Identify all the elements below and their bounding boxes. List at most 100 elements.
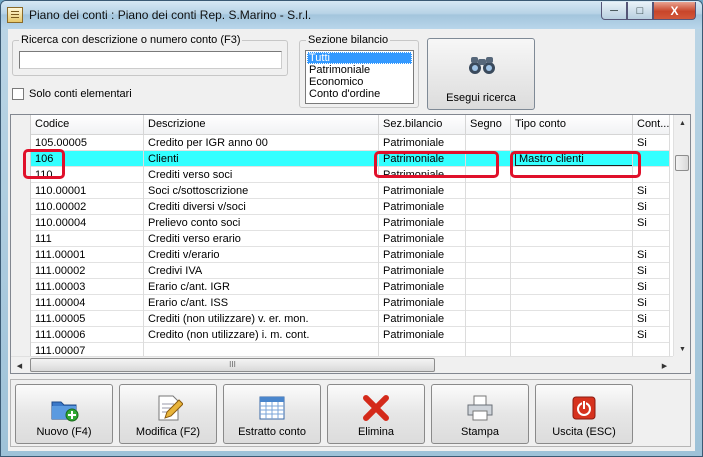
row-header[interactable] (11, 327, 31, 343)
row-header[interactable] (11, 279, 31, 295)
cell-tipo-conto[interactable] (511, 327, 633, 343)
maximize-button[interactable]: □ (627, 2, 653, 20)
cell-descrizione[interactable]: Clienti (144, 151, 379, 167)
column-header-descrizione[interactable]: Descrizione (144, 115, 379, 135)
table-row[interactable]: 110.00004 Prelievo conto soci Patrimoniale… (11, 215, 670, 231)
row-header[interactable] (11, 231, 31, 247)
cell-tipo-conto[interactable] (511, 311, 633, 327)
estratto-conto-button[interactable]: Estratto conto (223, 384, 321, 444)
cell-segno[interactable] (466, 183, 511, 199)
table-row[interactable]: 110.00002 Crediti diversi v/soci Patrimoni… (11, 199, 670, 215)
cell-sez-bilancio[interactable]: Patrimoniale (379, 199, 466, 215)
cell-segno[interactable] (466, 311, 511, 327)
row-header[interactable] (11, 183, 31, 199)
elimina-button[interactable]: Elimina (327, 384, 425, 444)
cell-descrizione[interactable]: Crediti verso soci (144, 167, 379, 183)
cell-sez-bilancio[interactable]: Patrimoniale (379, 247, 466, 263)
cell-descrizione[interactable]: Crediti verso erario (144, 231, 379, 247)
row-header[interactable] (11, 311, 31, 327)
cell-sez-bilancio[interactable]: Patrimoniale (379, 215, 466, 231)
cell-tipo-conto[interactable] (511, 135, 633, 151)
only-elementary-checkbox[interactable] (12, 88, 24, 100)
sezione-option-conto-ordine[interactable]: Conto d'ordine (307, 88, 412, 100)
cell-codice[interactable]: 111.00003 (31, 279, 144, 295)
cell-tipo-conto[interactable] (511, 183, 633, 199)
cell-segno[interactable] (466, 247, 511, 263)
table-row[interactable]: 110.00001 Soci c/sottoscrizione Patrimonia… (11, 183, 670, 199)
title-bar[interactable]: Piano dei conti : Piano dei conti Rep. S… (1, 1, 702, 29)
cell-descrizione[interactable]: Soci c/sottoscrizione (144, 183, 379, 199)
cell-cont[interactable]: Si (633, 311, 670, 327)
cell-tipo-conto[interactable] (511, 295, 633, 311)
sezione-option-tutti[interactable]: Tutti (307, 52, 412, 64)
cell-cont[interactable]: Si (633, 199, 670, 215)
nuovo-button[interactable]: Nuovo (F4) (15, 384, 113, 444)
stampa-button[interactable]: Stampa (431, 384, 529, 444)
cell-codice[interactable]: 110.00004 (31, 215, 144, 231)
cell-sez-bilancio[interactable]: Patrimoniale (379, 183, 466, 199)
table-row[interactable]: 111.00002 Credivi IVA Patrimoniale Si (11, 263, 670, 279)
sezione-listbox[interactable]: Tutti Patrimoniale Economico Conto d'ord… (305, 50, 414, 104)
cell-descrizione[interactable]: Credivi IVA (144, 263, 379, 279)
cell-segno[interactable] (466, 263, 511, 279)
cell-codice[interactable]: 110.00002 (31, 199, 144, 215)
esegui-ricerca-button[interactable]: Esegui ricerca (427, 38, 535, 110)
cell-descrizione[interactable]: Crediti (non utilizzare) v. er. mon. (144, 311, 379, 327)
cell-codice[interactable]: 111.00001 (31, 247, 144, 263)
cell-sez-bilancio[interactable]: Patrimoniale (379, 311, 466, 327)
cell-codice[interactable]: 111.00004 (31, 295, 144, 311)
horizontal-scrollbar[interactable]: ◀ III ▶ (11, 356, 673, 373)
column-header-cont[interactable]: Cont... (633, 115, 670, 135)
cell-tipo-conto[interactable] (511, 199, 633, 215)
cell-tipo-conto[interactable] (511, 279, 633, 295)
cell-segno[interactable] (466, 135, 511, 151)
cell-segno[interactable] (466, 199, 511, 215)
sezione-option-economico[interactable]: Economico (307, 76, 412, 88)
cell-cont[interactable]: Si (633, 279, 670, 295)
cell-codice[interactable]: 111.00006 (31, 327, 144, 343)
sezione-option-patrimoniale[interactable]: Patrimoniale (307, 64, 412, 76)
table-row[interactable]: 111 Crediti verso erario Patrimoniale (11, 231, 670, 247)
cell-codice[interactable]: 111 (31, 231, 144, 247)
table-row[interactable]: 111.00006 Credito (non utilizzare) i. m. … (11, 327, 670, 343)
column-header-segno[interactable]: Segno (466, 115, 511, 135)
cell-descrizione[interactable]: Erario c/ant. IGR (144, 279, 379, 295)
modifica-button[interactable]: Modifica (F2) (119, 384, 217, 444)
search-input[interactable] (19, 51, 282, 69)
cell-cont[interactable]: Si (633, 215, 670, 231)
cell-codice[interactable]: 111.00005 (31, 311, 144, 327)
cell-cont[interactable] (633, 231, 670, 247)
cell-tipo-conto[interactable] (511, 247, 633, 263)
cell-descrizione[interactable]: Credito (non utilizzare) i. m. cont. (144, 327, 379, 343)
minimize-button[interactable]: ─ (601, 2, 627, 20)
table-row[interactable]: 111.00003 Erario c/ant. IGR Patrimoniale Si (11, 279, 670, 295)
cell-segno[interactable] (466, 327, 511, 343)
cell-sez-bilancio[interactable]: Patrimoniale (379, 231, 466, 247)
cell-tipo-conto[interactable] (511, 231, 633, 247)
scroll-right-arrow-icon[interactable]: ▶ (656, 357, 673, 373)
cell-cont[interactable]: Si (633, 327, 670, 343)
horizontal-scroll-thumb[interactable]: III (30, 358, 435, 372)
vertical-scrollbar[interactable]: ▲ ▼ (673, 115, 690, 358)
column-header-sez-bilancio[interactable]: Sez.bilancio (379, 115, 466, 135)
cell-cont[interactable]: Si (633, 183, 670, 199)
table-row[interactable]: 111.00004 Erario c/ant. ISS Patrimoniale Si (11, 295, 670, 311)
cell-sez-bilancio[interactable]: Patrimoniale (379, 327, 466, 343)
cell-descrizione[interactable]: Crediti diversi v/soci (144, 199, 379, 215)
scroll-up-arrow-icon[interactable]: ▲ (674, 115, 690, 132)
close-button[interactable]: X (653, 2, 696, 20)
row-header[interactable] (11, 263, 31, 279)
cell-segno[interactable] (466, 279, 511, 295)
cell-sez-bilancio[interactable]: Patrimoniale (379, 135, 466, 151)
scroll-left-arrow-icon[interactable]: ◀ (11, 357, 28, 373)
table-row[interactable]: 111.00005 Crediti (non utilizzare) v. er.… (11, 311, 670, 327)
cell-segno[interactable] (466, 231, 511, 247)
column-header-codice[interactable]: Codice (31, 115, 144, 135)
cell-segno[interactable] (466, 295, 511, 311)
cell-descrizione[interactable]: Erario c/ant. ISS (144, 295, 379, 311)
cell-tipo-conto[interactable] (511, 263, 633, 279)
cell-sez-bilancio[interactable]: Patrimoniale (379, 279, 466, 295)
cell-tipo-conto[interactable] (511, 215, 633, 231)
cell-descrizione[interactable]: Crediti v/erario (144, 247, 379, 263)
cell-sez-bilancio[interactable]: Patrimoniale (379, 263, 466, 279)
